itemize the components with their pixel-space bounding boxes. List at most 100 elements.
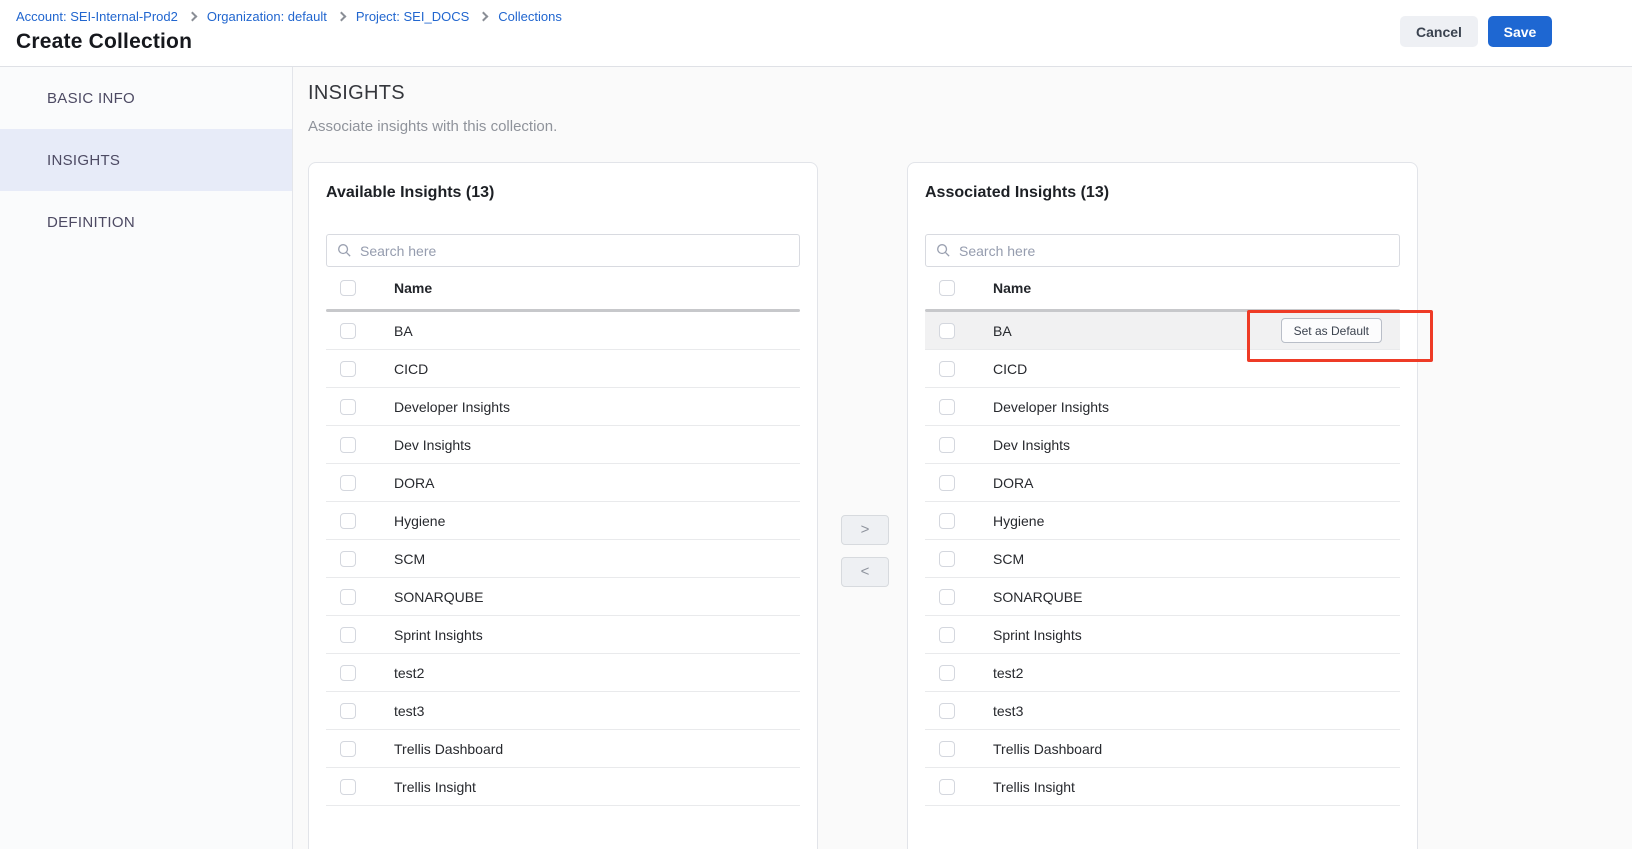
row-label: Developer Insights [394,399,510,415]
select-all-checkbox[interactable] [939,280,955,296]
row-checkbox[interactable] [340,779,356,795]
move-left-button[interactable]: < [841,557,889,587]
row-checkbox[interactable] [340,513,356,529]
table-row[interactable]: test2 [925,654,1400,692]
row-label: test2 [394,665,424,681]
breadcrumb-link-organization[interactable]: Organization: default [207,9,327,24]
breadcrumb-link-project[interactable]: Project: SEI_DOCS [356,9,469,24]
available-panel-title: Available Insights (13) [326,184,800,202]
row-checkbox[interactable] [939,741,955,757]
table-row[interactable]: SCM [326,540,800,578]
table-row[interactable]: CICD [326,350,800,388]
chevron-right-icon [336,12,346,22]
header-actions: Cancel Save [1400,16,1552,47]
table-row[interactable]: DORA [925,464,1400,502]
search-input[interactable] [360,243,789,259]
row-label: SCM [394,551,425,567]
associated-insights-panel: Associated Insights (13) Name BA Set as … [907,162,1418,849]
row-label: BA [993,323,1012,339]
table-row[interactable]: SONARQUBE [925,578,1400,616]
sidebar-item-insights[interactable]: INSIGHTS [0,129,292,191]
row-label: Trellis Dashboard [993,741,1102,757]
section-heading: INSIGHTS [308,82,405,105]
table-row[interactable]: Dev Insights [925,426,1400,464]
row-checkbox[interactable] [340,665,356,681]
row-checkbox[interactable] [340,475,356,491]
row-label: Sprint Insights [993,627,1082,643]
row-checkbox[interactable] [340,551,356,567]
row-checkbox[interactable] [340,589,356,605]
row-label: Dev Insights [993,437,1070,453]
available-rows: BA CICD Developer Insights Dev Insights … [326,312,800,806]
row-checkbox[interactable] [340,627,356,643]
row-label: test3 [394,703,424,719]
table-row[interactable]: Hygiene [925,502,1400,540]
row-checkbox[interactable] [939,437,955,453]
table-row[interactable]: test3 [326,692,800,730]
table-row[interactable]: Sprint Insights [925,616,1400,654]
associated-search [925,234,1400,267]
table-row[interactable]: Developer Insights [326,388,800,426]
row-checkbox[interactable] [939,475,955,491]
row-checkbox[interactable] [939,551,955,567]
search-icon [936,243,951,258]
name-column-header: Name [993,280,1031,296]
available-insights-panel: Available Insights (13) Name BA CICD Dev… [308,162,818,849]
page-title: Create Collection [16,30,192,54]
row-label: test2 [993,665,1023,681]
row-checkbox[interactable] [939,399,955,415]
row-checkbox[interactable] [340,323,356,339]
breadcrumb-link-account[interactable]: Account: SEI-Internal-Prod2 [16,9,178,24]
row-checkbox[interactable] [939,779,955,795]
table-header-row: Name [326,267,800,309]
table-row[interactable]: Trellis Dashboard [326,730,800,768]
cancel-button[interactable]: Cancel [1400,16,1478,47]
row-checkbox[interactable] [340,361,356,377]
table-row[interactable]: Trellis Dashboard [925,730,1400,768]
table-row[interactable]: SCM [925,540,1400,578]
row-checkbox[interactable] [340,399,356,415]
associated-rows: BA Set as Default CICD Developer Insight… [925,312,1400,806]
table-row[interactable]: SONARQUBE [326,578,800,616]
table-row[interactable]: BA Set as Default [925,312,1400,350]
table-row[interactable]: DORA [326,464,800,502]
move-right-button[interactable]: > [841,515,889,545]
row-checkbox[interactable] [939,627,955,643]
table-row[interactable]: CICD [925,350,1400,388]
row-checkbox[interactable] [939,589,955,605]
table-row[interactable]: Hygiene [326,502,800,540]
select-all-checkbox[interactable] [340,280,356,296]
table-row[interactable]: Trellis Insight [925,768,1400,806]
search-input[interactable] [959,243,1389,259]
sidebar-item-definition[interactable]: DEFINITION [0,191,292,253]
row-checkbox[interactable] [939,323,955,339]
breadcrumb: Account: SEI-Internal-Prod2 Organization… [16,9,562,24]
row-checkbox[interactable] [939,513,955,529]
row-label: SONARQUBE [394,589,483,605]
row-checkbox[interactable] [939,703,955,719]
row-label: Hygiene [993,513,1044,529]
row-label: Dev Insights [394,437,471,453]
available-search [326,234,800,267]
name-column-header: Name [394,280,432,296]
row-checkbox[interactable] [340,437,356,453]
search-icon [337,243,352,258]
table-row[interactable]: Developer Insights [925,388,1400,426]
sidebar-item-basic-info[interactable]: BASIC INFO [0,67,292,129]
page-header: Account: SEI-Internal-Prod2 Organization… [0,0,1632,67]
table-row[interactable]: BA [326,312,800,350]
set-as-default-button[interactable]: Set as Default [1281,318,1382,343]
row-checkbox[interactable] [340,703,356,719]
table-row[interactable]: test2 [326,654,800,692]
table-row[interactable]: Sprint Insights [326,616,800,654]
row-checkbox[interactable] [939,665,955,681]
table-row[interactable]: test3 [925,692,1400,730]
save-button[interactable]: Save [1488,16,1552,47]
row-checkbox[interactable] [340,741,356,757]
table-row[interactable]: Trellis Insight [326,768,800,806]
breadcrumb-link-collections[interactable]: Collections [498,9,562,24]
row-checkbox[interactable] [939,361,955,377]
table-row[interactable]: Dev Insights [326,426,800,464]
row-label: SCM [993,551,1024,567]
table-header-row: Name [925,267,1400,309]
